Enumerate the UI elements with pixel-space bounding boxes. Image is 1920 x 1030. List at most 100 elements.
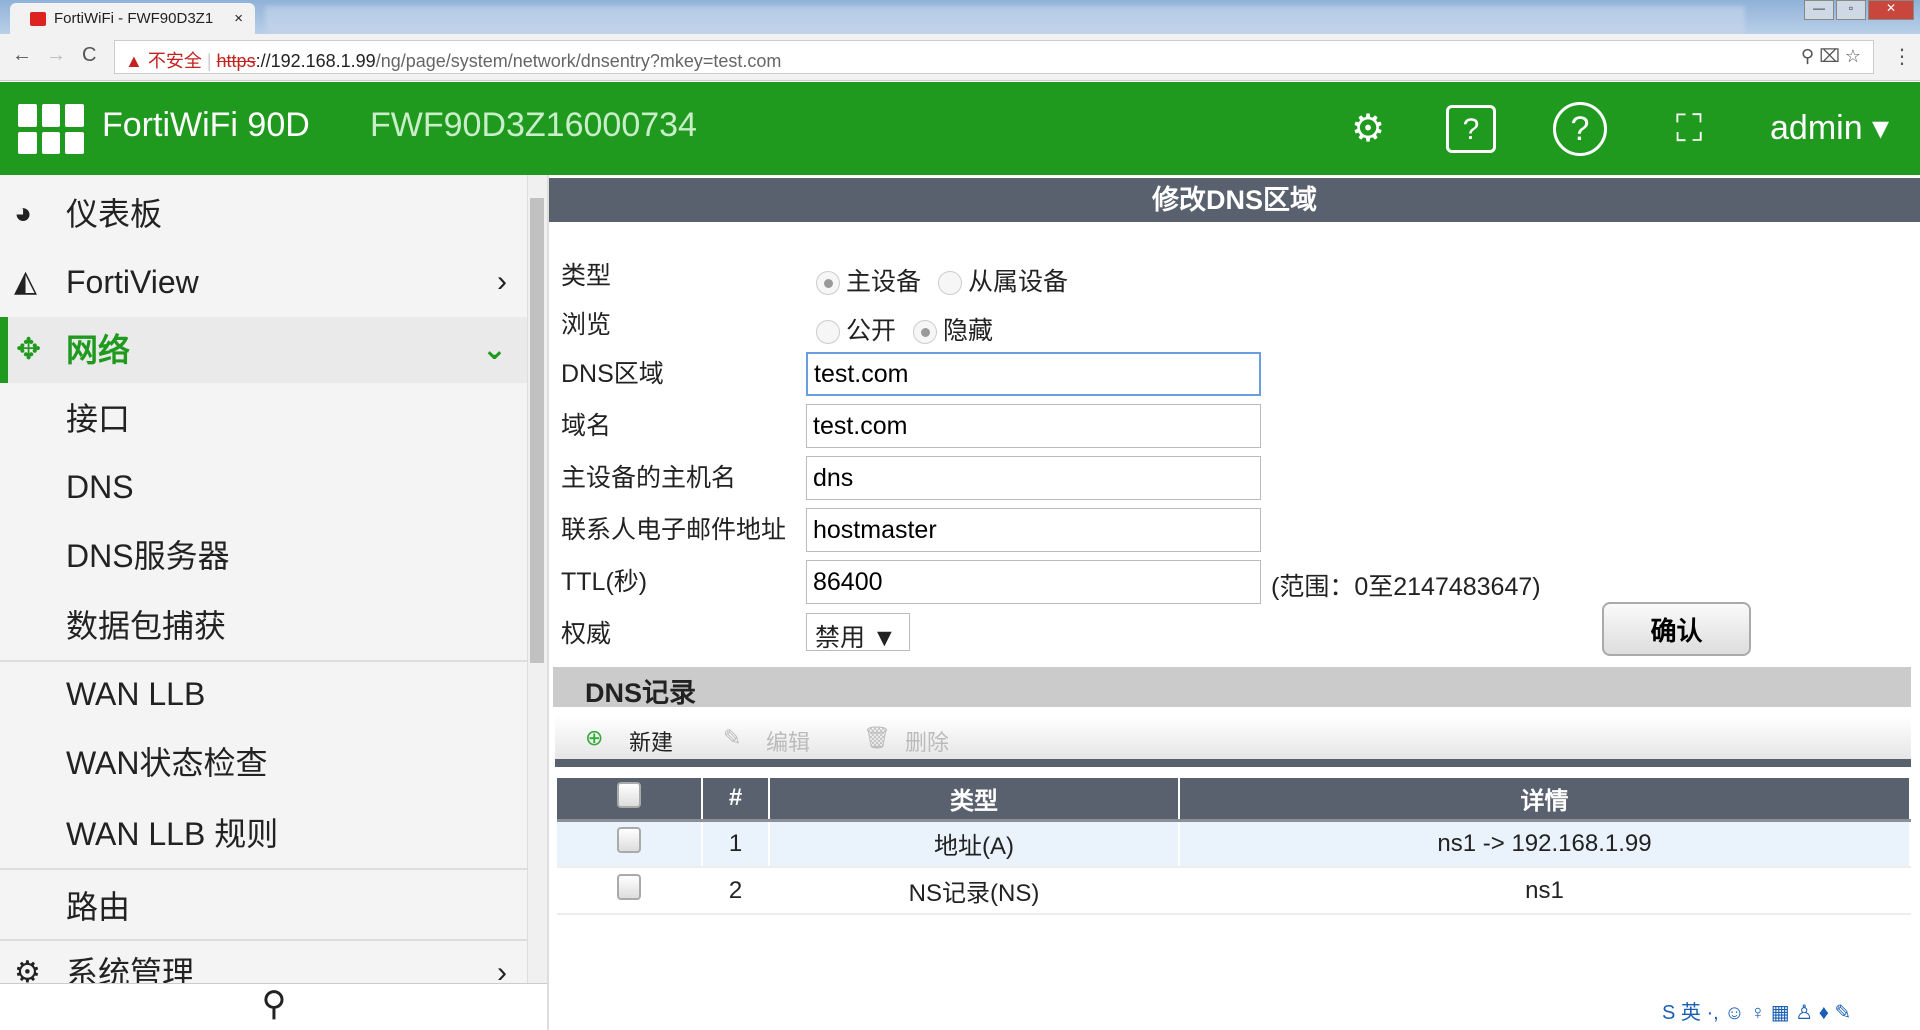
toolbar-divider xyxy=(555,759,1911,767)
sidebar-item-wan-llb-rules[interactable]: WAN LLB 规则 xyxy=(0,801,527,867)
search-icon: ⚲ xyxy=(261,985,287,1023)
radio-label: 公开 xyxy=(846,317,897,345)
sidebar-label: FortiView xyxy=(66,264,199,300)
help-icon[interactable]: ? xyxy=(1553,102,1607,156)
row-checkbox[interactable] xyxy=(617,874,641,900)
sidebar-label: DNS xyxy=(66,469,134,505)
add-icon: ⊕ xyxy=(585,725,604,750)
table-row[interactable]: 2 NS记录(NS) ns1 xyxy=(557,867,1911,915)
radio-label: 从属设备 xyxy=(967,268,1068,296)
dashboard-icon: ◕ xyxy=(14,197,33,230)
reload-button[interactable]: C xyxy=(82,44,96,67)
product-name: FortiWiFi 90D xyxy=(102,106,310,144)
cell-type: 地址(A) xyxy=(769,820,1180,868)
sidebar-item-interfaces[interactable]: 接口 xyxy=(0,386,527,452)
back-button[interactable]: ← xyxy=(12,44,32,67)
row-checkbox[interactable] xyxy=(617,827,641,854)
sidebar-label: 网络 xyxy=(66,332,131,368)
sidebar-label: 数据包捕获 xyxy=(66,608,227,644)
cell-id: 2 xyxy=(702,867,770,915)
ime-toolbar[interactable]: S 英 ·, ☺ ♀ ▦ ♙ ♦ ✎ xyxy=(1662,996,1851,1025)
move-icon: ✥ xyxy=(16,333,42,366)
sidebar-item-system[interactable]: ⚙ 系统管理 › xyxy=(0,940,527,983)
sidebar-item-routing[interactable]: 路由 xyxy=(0,874,527,940)
delete-button[interactable]: 删除 xyxy=(905,725,949,757)
chevron-down-icon: ⌄ xyxy=(481,333,507,366)
sidebar-item-packet-capture[interactable]: 数据包捕获 xyxy=(0,593,527,659)
view-public-radio[interactable] xyxy=(816,320,840,345)
sidebar-label: WAN LLB xyxy=(66,676,206,712)
zoom-translate-bookmark-icons[interactable]: ⚲ ⌧ ☆ xyxy=(1801,46,1861,67)
tab-close-icon[interactable]: × xyxy=(234,10,243,27)
confirm-button[interactable]: 确认 xyxy=(1602,602,1751,656)
sidebar-item-dashboard[interactable]: ◕ 仪表板 xyxy=(0,181,527,247)
fortinet-logo-icon xyxy=(18,104,84,154)
sidebar-item-wan-llb[interactable]: WAN LLB xyxy=(0,661,527,727)
sidebar-item-dns-server[interactable]: DNS服务器 xyxy=(0,523,527,589)
column-header-type[interactable]: 类型 xyxy=(769,778,1180,822)
url-input[interactable]: ▲ 不安全 | https://192.168.1.99/ng/page/sys… xyxy=(114,40,1874,74)
chevron-right-icon: › xyxy=(497,956,507,983)
sidebar-scrollbar-thumb[interactable] xyxy=(530,198,544,663)
url-host: ://192.168.1.99 xyxy=(255,51,376,71)
dns-zone-input[interactable] xyxy=(806,352,1261,396)
ttl-input[interactable] xyxy=(806,560,1261,604)
new-button[interactable]: 新建 xyxy=(629,725,673,757)
minimize-button[interactable]: — xyxy=(1804,0,1834,20)
sidebar-item-wan-health-check[interactable]: WAN状态检查 xyxy=(0,730,527,796)
sidebar-item-network[interactable]: ✥ 网络 ⌄ xyxy=(0,317,527,383)
maximize-button[interactable]: ▫ xyxy=(1836,0,1866,20)
table-row[interactable]: 1 地址(A) ns1 -> 192.168.1.99 xyxy=(557,820,1911,868)
background-tabs[interactable] xyxy=(265,6,1745,34)
divider xyxy=(547,175,549,1030)
column-header-id[interactable]: # xyxy=(702,778,770,822)
fortinet-favicon-icon xyxy=(30,12,46,26)
authoritative-select[interactable]: 禁用 ▼ xyxy=(806,613,910,652)
fullscreen-icon[interactable]: ⛶ xyxy=(1661,102,1717,156)
address-bar-row: ← → C ▲ 不安全 | https://192.168.1.99/ng/pa… xyxy=(0,34,1920,81)
ttl-range-hint: (范围：0至2147483647) xyxy=(1271,573,1541,601)
radio-label: 隐藏 xyxy=(942,317,993,345)
row-select-cell xyxy=(557,867,703,915)
primary-hostname-label: 主设备的主机名 xyxy=(561,464,737,492)
cell-detail: ns1 xyxy=(1179,867,1911,915)
type-label: 类型 xyxy=(561,262,612,290)
type-slave-radio[interactable] xyxy=(937,271,962,296)
type-master-radio[interactable] xyxy=(816,271,840,296)
page-title: 修改DNS区域 xyxy=(549,178,1920,222)
contact-email-input[interactable] xyxy=(806,508,1261,552)
window-controls: — ▫ ✕ xyxy=(1804,0,1914,20)
close-window-button[interactable]: ✕ xyxy=(1868,0,1914,20)
sidebar-item-fortiview[interactable]: ◭ FortiView › xyxy=(0,249,527,315)
serial-number: FWF90D3Z16000734 xyxy=(370,106,697,144)
sidebar: ◕ 仪表板 ◭ FortiView › ✥ 网络 ⌄ 接口 DNS DNS服务器 数据包捕… xyxy=(0,175,527,983)
forward-button[interactable]: → xyxy=(46,44,66,67)
app-header: FortiWiFi 90D FWF90D3Z16000734 ⚙ ? ? ⛶ a… xyxy=(0,82,1920,175)
sidebar-item-dns[interactable]: DNS xyxy=(0,454,527,520)
sidebar-label: 系统管理 xyxy=(66,955,195,983)
sidebar-label: 接口 xyxy=(66,401,131,437)
video-icon[interactable]: ? xyxy=(1446,105,1496,153)
chevron-right-icon: › xyxy=(497,265,507,298)
admin-menu[interactable]: admin ▾ xyxy=(1770,108,1889,148)
view-label: 浏览 xyxy=(561,311,612,339)
cli-console-icon[interactable]: ⚙ xyxy=(1340,102,1396,156)
tab-title: FortiWiFi - FWF90D3Z1 xyxy=(54,10,214,27)
browser-tab[interactable]: FortiWiFi - FWF90D3Z1 × xyxy=(10,3,255,34)
dns-records-title: DNS记录 xyxy=(553,667,1911,708)
primary-hostname-input[interactable] xyxy=(806,456,1261,500)
sidebar-label: DNS服务器 xyxy=(66,538,230,574)
cell-id: 1 xyxy=(702,820,770,868)
url-path: /ng/page/system/network/dnsentry?mkey=te… xyxy=(375,51,782,71)
chart-icon: ◭ xyxy=(14,265,38,298)
domain-name-input[interactable] xyxy=(806,404,1261,448)
select-all-checkbox[interactable] xyxy=(617,781,641,808)
column-header-detail[interactable]: 详情 xyxy=(1179,778,1911,822)
gear-icon: ⚙ xyxy=(14,956,41,983)
sidebar-search-button[interactable]: ⚲ xyxy=(0,983,548,1030)
dns-records-table: # 类型 详情 1 地址(A) ns1 -> 192.168.1.99 2 NS… xyxy=(557,778,1911,915)
security-warning: ▲ 不安全 xyxy=(125,51,202,71)
menu-icon[interactable]: ⋮ xyxy=(1892,44,1912,69)
edit-button[interactable]: 编辑 xyxy=(766,725,810,757)
view-hidden-radio[interactable] xyxy=(912,320,937,345)
